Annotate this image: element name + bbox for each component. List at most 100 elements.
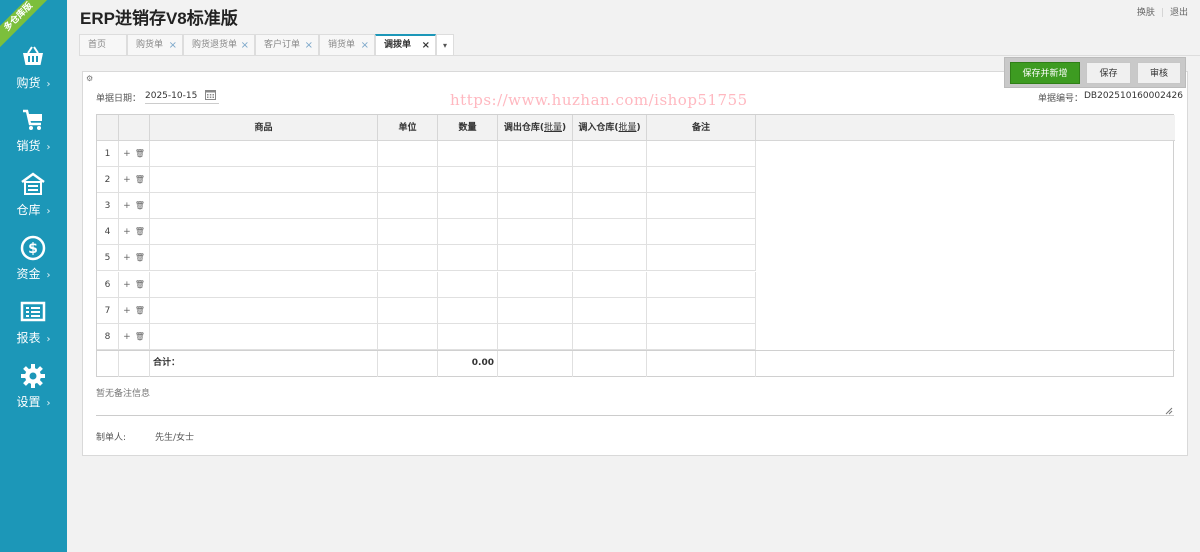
cell-in-warehouse[interactable] <box>573 297 647 324</box>
cell-in-warehouse[interactable] <box>573 141 647 167</box>
sidebar-item-reports[interactable]: 报表 › <box>0 299 67 359</box>
sidebar-item-settings[interactable]: 设置 › <box>0 363 67 423</box>
cell-quantity[interactable] <box>438 271 498 298</box>
cell-unit[interactable] <box>378 219 438 246</box>
cell-product[interactable] <box>150 193 378 220</box>
delete-row-icon[interactable]: 🗑 <box>135 201 145 210</box>
add-row-icon[interactable]: + <box>123 306 131 316</box>
delete-row-icon[interactable]: 🗑 <box>135 149 145 158</box>
cell-out-warehouse[interactable] <box>498 141 573 167</box>
cell-product[interactable] <box>150 167 378 194</box>
close-icon[interactable]: × <box>361 35 369 56</box>
add-row-icon[interactable]: + <box>123 332 131 342</box>
cell-quantity[interactable] <box>438 193 498 220</box>
tab-purchase-return[interactable]: 购货退货单 × <box>183 34 255 56</box>
save-and-new-button[interactable]: 保存并新增 <box>1010 62 1080 84</box>
cell-remark[interactable] <box>647 323 756 350</box>
delete-row-icon[interactable]: 🗑 <box>135 306 145 315</box>
sidebar-item-sales[interactable]: 销货 › <box>0 107 67 167</box>
cell-unit[interactable] <box>378 271 438 298</box>
add-row-icon[interactable]: + <box>123 227 131 237</box>
close-icon[interactable]: × <box>169 35 177 56</box>
cell-out-warehouse[interactable] <box>498 297 573 324</box>
cell-out-warehouse[interactable] <box>498 219 573 246</box>
cell-product[interactable] <box>150 245 378 272</box>
cell-product[interactable] <box>150 141 378 167</box>
logout-link[interactable]: 退出 <box>1170 8 1188 18</box>
close-icon[interactable]: × <box>305 35 313 56</box>
cell-quantity[interactable] <box>438 167 498 194</box>
cell-quantity[interactable] <box>438 245 498 272</box>
cell-remark[interactable] <box>647 245 756 272</box>
cell-unit[interactable] <box>378 141 438 167</box>
audit-button[interactable]: 审核 <box>1137 62 1181 84</box>
delete-row-icon[interactable]: 🗑 <box>135 227 145 236</box>
close-icon[interactable]: × <box>422 36 430 55</box>
delete-row-icon[interactable]: 🗑 <box>135 332 145 341</box>
header-label: 调出仓库 <box>503 123 540 133</box>
cart-icon <box>23 109 42 130</box>
cell-product[interactable] <box>150 323 378 350</box>
cell-product[interactable] <box>150 219 378 246</box>
calendar-icon[interactable] <box>205 89 216 100</box>
add-row-icon[interactable]: + <box>123 149 131 159</box>
add-row-icon[interactable]: + <box>123 175 131 185</box>
cell-unit[interactable] <box>378 193 438 220</box>
remarks-textarea[interactable] <box>96 386 1174 416</box>
items-grid: 商品 单位 数量 调出仓库(批量) 调入仓库(批量) 备注 1 + 🗑 2 + 🗑 3 + 🗑 4… <box>96 114 1175 377</box>
cell-quantity[interactable] <box>438 219 498 246</box>
creator-value: 先生/女士 <box>155 433 195 443</box>
tab-home[interactable]: 首页 <box>79 34 127 56</box>
cell-quantity[interactable] <box>438 297 498 324</box>
delete-row-icon[interactable]: 🗑 <box>135 253 145 262</box>
cell-product[interactable] <box>150 297 378 324</box>
cell-in-warehouse[interactable] <box>573 323 647 350</box>
cell-out-warehouse[interactable] <box>498 323 573 350</box>
tab-customer-order[interactable]: 客户订单 × <box>255 34 319 56</box>
delete-row-icon[interactable]: 🗑 <box>135 175 145 184</box>
batch-link[interactable]: 批量 <box>619 123 637 133</box>
add-row-icon[interactable]: + <box>123 201 131 211</box>
close-icon[interactable]: × <box>241 35 249 56</box>
batch-link[interactable]: 批量 <box>544 123 562 133</box>
cell-remark[interactable] <box>647 193 756 220</box>
cell-remark[interactable] <box>647 271 756 298</box>
tab-label: 购货单 <box>136 40 164 50</box>
cell-out-warehouse[interactable] <box>498 167 573 194</box>
cell-out-warehouse[interactable] <box>498 271 573 298</box>
cell-unit[interactable] <box>378 297 438 324</box>
total-remark <box>647 350 756 377</box>
cell-in-warehouse[interactable] <box>573 167 647 194</box>
tab-more-button[interactable]: ▾ <box>436 34 454 56</box>
settings-gear-icon[interactable]: ⚙ <box>86 74 93 83</box>
cell-remark[interactable] <box>647 219 756 246</box>
cell-product[interactable] <box>150 271 378 298</box>
cell-quantity[interactable] <box>438 323 498 350</box>
cell-unit[interactable] <box>378 245 438 272</box>
cell-in-warehouse[interactable] <box>573 245 647 272</box>
cell-in-warehouse[interactable] <box>573 271 647 298</box>
cell-remark[interactable] <box>647 167 756 194</box>
cell-remark[interactable] <box>647 141 756 167</box>
tab-purchase-order[interactable]: 购货单 × <box>127 34 183 56</box>
cell-unit[interactable] <box>378 167 438 194</box>
tab-transfer-order[interactable]: 调拨单 × <box>375 34 436 56</box>
sidebar-item-purchase[interactable]: 购货 › <box>0 44 67 104</box>
add-row-icon[interactable]: + <box>123 280 131 290</box>
cell-out-warehouse[interactable] <box>498 193 573 220</box>
change-skin-link[interactable]: 换肤 <box>1137 8 1155 18</box>
cell-remark[interactable] <box>647 297 756 324</box>
cell-unit[interactable] <box>378 323 438 350</box>
sidebar-item-funds[interactable]: $ 资金 › <box>0 235 67 295</box>
cell-in-warehouse[interactable] <box>573 193 647 220</box>
save-button[interactable]: 保存 <box>1086 62 1131 84</box>
doc-number-value: DB202510160002426 <box>1084 91 1183 101</box>
delete-row-icon[interactable]: 🗑 <box>135 280 145 289</box>
resize-handle-icon[interactable] <box>1165 407 1173 415</box>
cell-quantity[interactable] <box>438 141 498 167</box>
add-row-icon[interactable]: + <box>123 253 131 263</box>
tab-sales-order[interactable]: 销货单 × <box>319 34 375 56</box>
cell-out-warehouse[interactable] <box>498 245 573 272</box>
cell-in-warehouse[interactable] <box>573 219 647 246</box>
sidebar-item-warehouse[interactable]: 仓库 › <box>0 171 67 231</box>
